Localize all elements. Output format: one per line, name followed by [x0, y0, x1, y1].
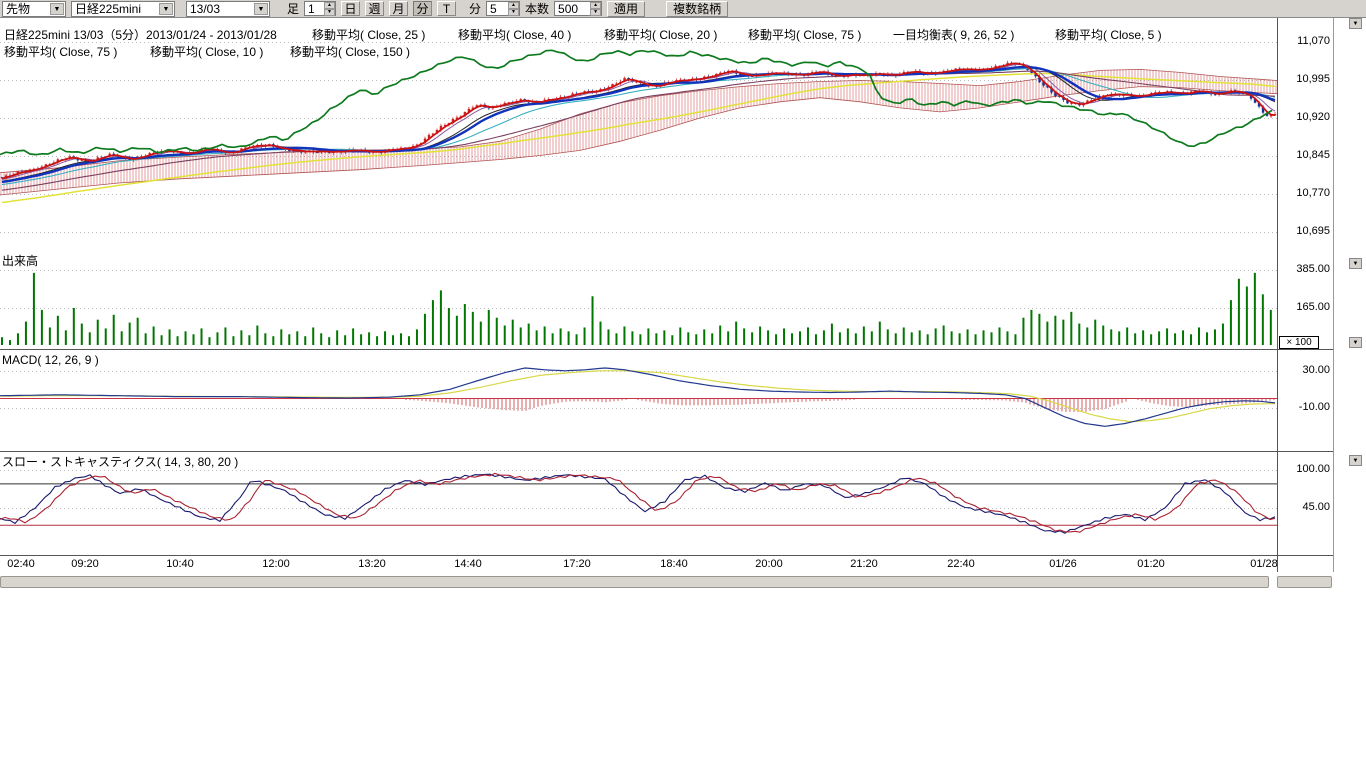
minute-stepper[interactable]: 5 ▲▼: [486, 1, 520, 16]
legend-item-ma40: 移動平均( Close, 40 ): [458, 26, 571, 43]
multi-symbol-button[interactable]: 複数銘柄: [666, 1, 728, 17]
macd-panel-title: MACD( 12, 26, 9 ): [2, 353, 99, 367]
horizontal-scrollbar-thumb[interactable]: [0, 576, 1269, 588]
stochastics-panel-title: スロー・ストキャスティクス( 14, 3, 80, 20 ): [2, 453, 238, 470]
symbol-select[interactable]: 日経225mini ▼: [71, 1, 175, 17]
period-month-button[interactable]: 月: [389, 1, 408, 16]
instrument-type-select[interactable]: 先物 ▼: [2, 1, 66, 17]
minute-label: 分: [469, 0, 481, 17]
bar-type-label: 足: [287, 0, 299, 17]
period-tick-button[interactable]: T: [437, 1, 456, 16]
legend-item-ma5: 移動平均( Close, 5 ): [1055, 26, 1162, 43]
legend-item-ma75b: 移動平均( Close, 75 ): [4, 43, 117, 60]
bar-count-value: 500: [558, 2, 578, 16]
contract-month-value: 13/03: [190, 2, 220, 16]
contract-month-select[interactable]: 13/03 ▼: [186, 1, 270, 17]
period-week-button[interactable]: 週: [365, 1, 384, 16]
legend-item-ma150: 移動平均( Close, 150 ): [290, 43, 410, 60]
volume-scale-badge: × 100: [1279, 336, 1319, 349]
legend-item-ma75: 移動平均( Close, 75 ): [748, 26, 861, 43]
legend-item-ma25: 移動平均( Close, 25 ): [312, 26, 425, 43]
volume-axis-dropdown-button[interactable]: ▼: [1349, 258, 1362, 269]
chevron-down-icon: ▼: [1353, 21, 1359, 27]
legend-item-ma10: 移動平均( Close, 10 ): [150, 43, 263, 60]
period-minute-button[interactable]: 分: [413, 1, 432, 16]
spinner-arrows-icon[interactable]: ▲▼: [508, 2, 519, 16]
chevron-down-icon: ▼: [159, 3, 173, 15]
period-day-button[interactable]: 日: [341, 1, 360, 16]
apply-button[interactable]: 適用: [607, 1, 645, 17]
chevron-down-icon: ▼: [50, 3, 64, 15]
spinner-arrows-icon[interactable]: ▲▼: [324, 2, 335, 16]
toolbar: 先物 ▼ 日経225mini ▼ 13/03 ▼ 足 1 ▲▼ 日 週 月 分 …: [0, 0, 1366, 18]
chart-canvas[interactable]: [0, 0, 1366, 600]
chevron-down-icon: ▼: [1353, 261, 1359, 267]
bar-interval-stepper[interactable]: 1 ▲▼: [304, 1, 336, 16]
chevron-down-icon: ▼: [1353, 458, 1359, 464]
bar-count-label: 本数: [525, 0, 549, 17]
symbol-value: 日経225mini: [75, 0, 141, 17]
axis-scrollbar-segment[interactable]: [1277, 576, 1332, 588]
legend-item-ichimoku: 一目均衡表( 9, 26, 52 ): [893, 26, 1014, 43]
instrument-type-value: 先物: [6, 0, 30, 17]
spinner-arrows-icon[interactable]: ▲▼: [590, 2, 601, 16]
chevron-down-icon: ▼: [1353, 340, 1359, 346]
price-axis-dropdown-button[interactable]: ▼: [1349, 18, 1362, 29]
bar-interval-value: 1: [308, 2, 315, 16]
minute-value: 5: [490, 2, 497, 16]
bar-count-stepper[interactable]: 500 ▲▼: [554, 1, 602, 16]
stoch-axis-dropdown-button[interactable]: ▼: [1349, 455, 1362, 466]
legend-item-ma20: 移動平均( Close, 20 ): [604, 26, 717, 43]
volume-scale-dropdown-button[interactable]: ▼: [1349, 337, 1362, 348]
chevron-down-icon: ▼: [254, 3, 268, 15]
volume-panel-title: 出来高: [2, 252, 38, 269]
chart-title: 日経225mini 13/03（5分）2013/01/24 - 2013/01/…: [4, 26, 277, 43]
